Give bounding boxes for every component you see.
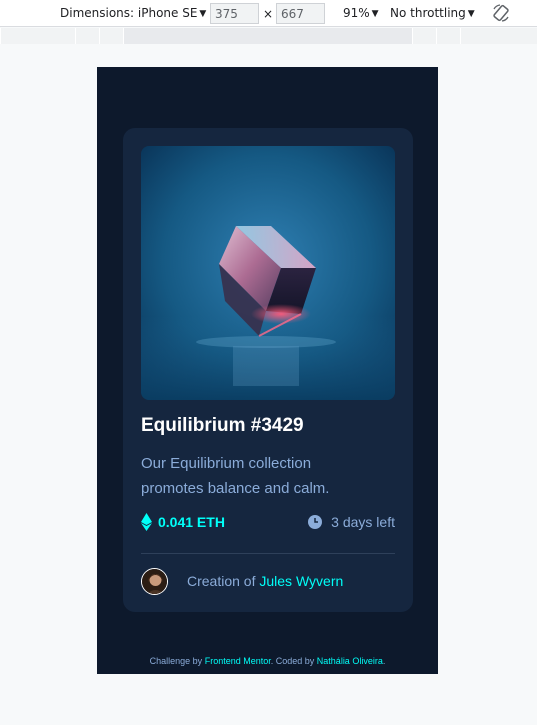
- caret-down-icon: ▼: [371, 9, 379, 19]
- rotate-icon[interactable]: [491, 3, 511, 23]
- ruler-segment[interactable]: [412, 28, 436, 44]
- attribution: Challenge by Frontend Mentor. Coded by N…: [97, 656, 438, 666]
- price-value: 0.041 ETH: [158, 514, 225, 530]
- ethereum-icon: [141, 513, 152, 531]
- attribution-prefix: Challenge by: [149, 656, 203, 666]
- ruler-segment[interactable]: [436, 28, 460, 44]
- zoom-dropdown[interactable]: 91% ▼: [343, 6, 379, 20]
- width-input[interactable]: 375: [210, 3, 259, 24]
- ruler-segment[interactable]: [75, 28, 99, 44]
- throttling-label: No throttling: [390, 6, 466, 20]
- attribution-middle: . Coded by: [270, 656, 315, 666]
- divider: [141, 553, 395, 554]
- ruler-segment[interactable]: [0, 28, 75, 44]
- caret-down-icon: ▼: [199, 9, 207, 19]
- ruler-segment[interactable]: [123, 28, 412, 44]
- creator-prefix: Creation of: [187, 573, 256, 589]
- creator-line: Creation of Jules Wyvern: [187, 573, 343, 589]
- media-query-bar[interactable]: [0, 28, 537, 44]
- stats-row: 0.041 ETH 3 days left: [141, 512, 395, 532]
- zoom-label: 91%: [343, 6, 370, 20]
- card-description: Our Equilibrium collection promotes bala…: [141, 455, 330, 497]
- attribution-suffix: .: [382, 656, 386, 666]
- time-left: 3 days left: [331, 514, 395, 530]
- dimensions-label: Dimensions: iPhone SE: [60, 6, 198, 20]
- author-link[interactable]: Nathália Oliveira: [317, 656, 383, 666]
- caret-down-icon: ▼: [467, 9, 475, 19]
- frontend-mentor-link[interactable]: Frontend Mentor: [205, 656, 271, 666]
- device-viewport: Equilibrium #3429 Our Equilibrium collec…: [97, 67, 438, 674]
- ruler-segment[interactable]: [99, 28, 123, 44]
- throttling-dropdown[interactable]: No throttling ▼: [390, 6, 475, 20]
- clock-icon: [308, 515, 322, 529]
- avatar: [141, 568, 168, 595]
- nft-image[interactable]: [141, 146, 395, 400]
- device-toolbar: Dimensions: iPhone SE ▼ 375 × 667 91% ▼ No…: [0, 0, 537, 27]
- ruler-segment[interactable]: [460, 28, 537, 44]
- card-title[interactable]: Equilibrium #3429: [141, 415, 304, 437]
- nft-card: Equilibrium #3429 Our Equilibrium collec…: [123, 128, 413, 612]
- times-separator: ×: [263, 7, 274, 21]
- dimensions-dropdown[interactable]: Dimensions: iPhone SE ▼: [60, 6, 206, 20]
- cube-image: [141, 146, 395, 400]
- height-input[interactable]: 667: [276, 3, 325, 24]
- creator-name-link[interactable]: Jules Wyvern: [259, 573, 343, 589]
